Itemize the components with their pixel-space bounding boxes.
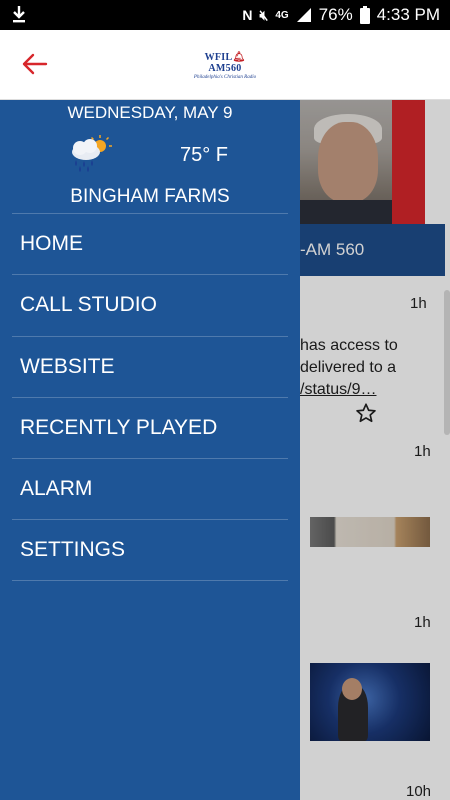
download-icon xyxy=(13,6,25,23)
app-bar: WFIL🔔︎AM560 Philadelphia's Christian Rad… xyxy=(0,30,450,100)
menu-item-recently-played[interactable]: RECENTLY PLAYED xyxy=(12,396,288,458)
drawer-scrim[interactable] xyxy=(300,100,450,800)
battery-icon xyxy=(359,6,370,24)
date-label: WEDNESDAY, MAY 9 xyxy=(67,103,233,122)
menu-item-call-studio[interactable]: CALL STUDIO xyxy=(12,274,288,335)
status-bar: N 🔇︎ 4G 76% 4:33 PM xyxy=(0,0,450,30)
lte-icon: 4G xyxy=(275,9,289,21)
arrow-left-icon[interactable] xyxy=(18,50,50,78)
clock: 4:33 PM xyxy=(376,5,440,24)
nfc-icon: N xyxy=(242,7,253,23)
menu-item-settings[interactable]: SETTINGS xyxy=(12,519,288,581)
temperature: 75° F xyxy=(180,144,229,166)
station-logo: WFIL🔔︎AM560 Philadelphia's Christian Rad… xyxy=(190,52,260,80)
logo-call-letters: WFIL xyxy=(204,52,233,63)
logo-am: AM560 xyxy=(208,63,242,74)
mute-icon: 🔇︎ xyxy=(259,6,269,23)
navigation-drawer: WEDNESDAY, MAY 9 75° F BINGHAM FARMS HOM… xyxy=(0,100,300,800)
location-label: BINGHAM FARMS xyxy=(70,186,230,207)
signal-icon xyxy=(296,8,311,22)
menu-item-alarm[interactable]: ALARM xyxy=(12,458,288,519)
rain-sun-cloud-icon xyxy=(72,135,112,172)
logo-tagline: Philadelphia's Christian Radio xyxy=(193,75,257,80)
bell-icon: 🔔︎ xyxy=(232,52,246,63)
menu-item-website[interactable]: WEBSITE xyxy=(12,335,288,397)
drawer-menu: HOME CALL STUDIO WEBSITE RECENTLY PLAYED… xyxy=(12,213,288,581)
battery-text: 76% xyxy=(318,5,353,24)
menu-item-home[interactable]: HOME xyxy=(12,213,288,274)
